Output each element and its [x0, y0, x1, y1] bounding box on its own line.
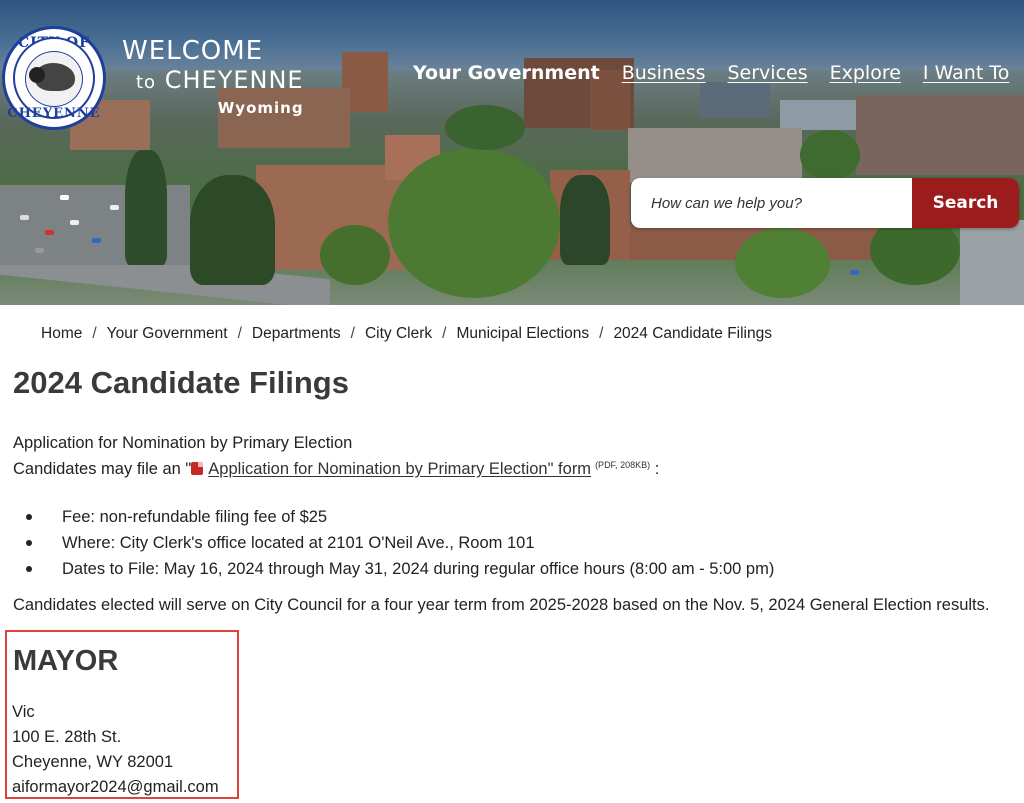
- mayor-heading: MAYOR: [13, 645, 119, 677]
- intro-suffix: :: [654, 460, 660, 478]
- breadcrumb: Home / Your Government / Departments / C…: [8, 306, 1009, 362]
- search-input[interactable]: [631, 178, 912, 228]
- list-item: Dates to File: May 16, 2024 through May …: [26, 558, 774, 584]
- main-navigation: Your Government Business Services Explor…: [413, 62, 1009, 84]
- filing-details-list: Fee: non-refundable filing fee of $25 Wh…: [26, 506, 774, 584]
- buffalo-icon: [29, 63, 75, 91]
- state-line: Wyoming: [217, 99, 304, 117]
- nav-i-want-to[interactable]: I Want To: [923, 62, 1009, 84]
- nav-explore[interactable]: Explore: [830, 62, 901, 84]
- hero-banner: CITY OF CHEYENNE WELCOME to CHEYENNE Wyo…: [0, 0, 1024, 305]
- breadcrumb-separator: /: [350, 325, 355, 342]
- to-word: to: [136, 72, 157, 93]
- city-seal-logo[interactable]: CITY OF CHEYENNE: [2, 26, 106, 130]
- site-search: Search: [631, 178, 1019, 228]
- welcome-wordmark: WELCOME to CHEYENNE Wyoming: [122, 36, 304, 117]
- list-item: Fee: non-refundable filing fee of $25: [26, 506, 774, 532]
- seal-bottom-text: CHEYENNE: [7, 106, 101, 121]
- list-item: Where: City Clerk's office located at 21…: [26, 532, 774, 558]
- candidate-street: 100 E. 28th St.: [12, 728, 122, 746]
- intro-heading: Application for Nomination by Primary El…: [13, 434, 353, 452]
- intro-prefix: Candidates may file an ": [13, 460, 192, 478]
- nav-business[interactable]: Business: [622, 62, 706, 84]
- nav-services[interactable]: Services: [728, 62, 808, 84]
- candidate-name: Vic: [12, 703, 35, 721]
- breadcrumb-separator: /: [92, 325, 97, 342]
- candidate-email[interactable]: aiformayor2024@gmail.com: [12, 778, 219, 797]
- breadcrumb-separator: /: [237, 325, 242, 342]
- pdf-size-label: (PDF, 208KB): [595, 460, 651, 470]
- breadcrumb-your-government[interactable]: Your Government: [107, 325, 228, 343]
- breadcrumb-municipal-elections[interactable]: Municipal Elections: [456, 325, 589, 343]
- intro-line: Candidates may file an " Application for …: [13, 460, 659, 479]
- nomination-form-link[interactable]: Application for Nomination by Primary El…: [208, 460, 591, 478]
- breadcrumb-departments[interactable]: Departments: [252, 325, 341, 343]
- breadcrumb-separator: /: [442, 325, 447, 342]
- breadcrumb-home[interactable]: Home: [41, 325, 82, 343]
- search-button[interactable]: Search: [912, 178, 1019, 228]
- page-title: 2024 Candidate Filings: [13, 365, 349, 400]
- breadcrumb-separator: /: [599, 325, 604, 342]
- nav-your-government[interactable]: Your Government: [413, 62, 600, 84]
- city-name: CHEYENNE: [164, 66, 304, 94]
- breadcrumb-current-page: 2024 Candidate Filings: [613, 325, 772, 342]
- breadcrumb-city-clerk[interactable]: City Clerk: [365, 325, 432, 343]
- candidate-city: Cheyenne, WY 82001: [12, 753, 174, 771]
- welcome-line: WELCOME: [122, 36, 264, 66]
- city-line: to CHEYENNE: [122, 66, 304, 97]
- pdf-file-icon: [191, 462, 204, 475]
- term-note: Candidates elected will serve on City Co…: [13, 596, 990, 614]
